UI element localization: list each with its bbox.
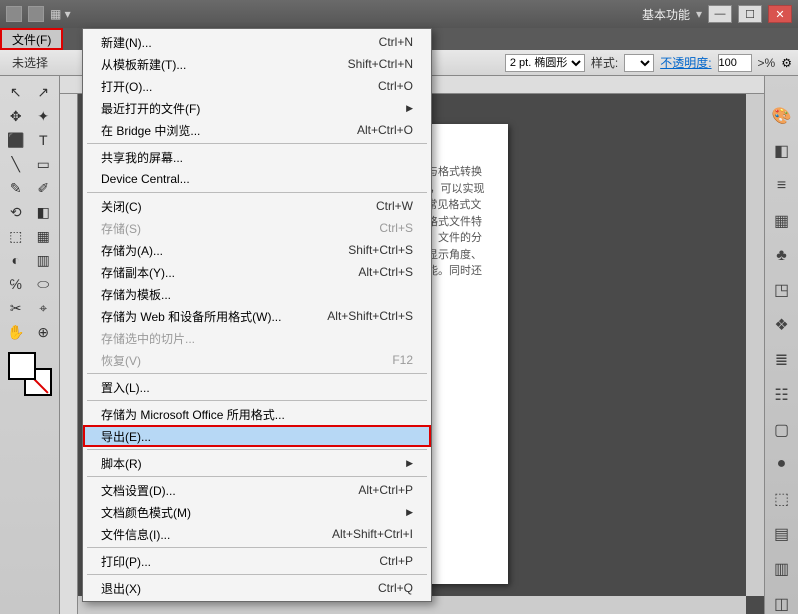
tool-button[interactable]: ⌖ [30,296,58,320]
dock-panel-icon[interactable]: ≣ [770,350,794,371]
menu-recent[interactable]: 最近打开的文件(F) [83,97,431,119]
scrollbar-vertical[interactable] [746,94,764,596]
toolbox: ↖↗✥✦⬛T╲▭✎✐⟲◧⬚▦◐▥℅⬭✂⌖✋⊕ [0,76,60,614]
tool-button[interactable]: ℅ [2,272,30,296]
minimize-button[interactable]: — [708,5,732,23]
menu-new[interactable]: 新建(N)...Ctrl+N [83,31,431,53]
dock-panel-icon[interactable]: ● [770,454,794,475]
tool-button[interactable]: ⬛ [2,128,30,152]
tool-button[interactable]: ◐ [2,248,30,272]
menu-device-central[interactable]: Device Central... [83,168,431,190]
menu-export[interactable]: 导出(E)... [83,425,431,447]
tool-button[interactable]: ✋ [2,320,30,344]
workspace-label[interactable]: 基本功能 [642,6,690,23]
tool-button[interactable]: ⬭ [30,272,58,296]
tool-button[interactable]: ⬚ [2,224,30,248]
stroke-select[interactable]: 2 pt. 椭圆形 [505,54,585,72]
menu-new-template[interactable]: 从模板新建(T)...Shift+Ctrl+N [83,53,431,75]
maximize-button[interactable]: ☐ [738,5,762,23]
opacity-input[interactable] [718,54,752,72]
menu-save-slices: 存储选中的切片... [83,327,431,349]
menu-exit[interactable]: 退出(X)Ctrl+Q [83,577,431,599]
menu-scripts[interactable]: 脚本(R) [83,452,431,474]
tool-button[interactable]: ⟲ [2,200,30,224]
menu-save-template[interactable]: 存储为模板... [83,283,431,305]
tool-button[interactable]: ↗ [30,80,58,104]
tool-button[interactable]: ✥ [2,104,30,128]
file-menu-dropdown: 新建(N)...Ctrl+N 从模板新建(T)...Shift+Ctrl+N 打… [82,28,432,602]
dock-panel-icon[interactable]: ◳ [770,280,794,301]
tool-button[interactable]: ✂ [2,296,30,320]
menu-save-as[interactable]: 存储为(A)...Shift+Ctrl+S [83,239,431,261]
menu-save: 存储(S)Ctrl+S [83,217,431,239]
right-dock: 🎨 ◧ ≡ ▦ ♣ ◳ ❖ ≣ ☷ ▢ ● ⬚ ▤ ▥ ◫ [764,76,798,614]
menu-save-office[interactable]: 存储为 Microsoft Office 所用格式... [83,403,431,425]
tool-button[interactable]: ▥ [30,248,58,272]
layout-menu-icon[interactable]: ▦ ▾ [50,7,71,21]
menu-bridge[interactable]: 在 Bridge 中浏览...Alt+Ctrl+O [83,119,431,141]
dock-panel-icon[interactable]: 🎨 [770,106,794,127]
tool-button[interactable]: ╲ [2,152,30,176]
options-icon[interactable]: ⚙ [781,56,792,70]
dock-panel-icon[interactable]: ⬚ [770,489,794,510]
tool-button[interactable]: ◧ [30,200,58,224]
close-button[interactable]: ✕ [768,5,792,23]
tool-button[interactable]: T [30,128,58,152]
menu-doc-setup[interactable]: 文档设置(D)...Alt+Ctrl+P [83,479,431,501]
menu-color-mode[interactable]: 文档颜色模式(M) [83,501,431,523]
style-select[interactable] [624,54,654,72]
menu-open[interactable]: 打开(O)...Ctrl+O [83,75,431,97]
dock-panel-icon[interactable]: ◧ [770,141,794,162]
menu-save-web[interactable]: 存储为 Web 和设备所用格式(W)...Alt+Shift+Ctrl+S [83,305,431,327]
dock-panel-icon[interactable]: ☷ [770,384,794,405]
menu-print[interactable]: 打印(P)...Ctrl+P [83,550,431,572]
dock-panel-icon[interactable]: ❖ [770,315,794,336]
style-label: 样式: [591,54,618,71]
dock-panel-icon[interactable]: ▢ [770,419,794,440]
menu-close[interactable]: 关闭(C)Ctrl+W [83,195,431,217]
dock-panel-icon[interactable]: ▥ [770,558,794,579]
tool-button[interactable]: ✎ [2,176,30,200]
menu-file[interactable]: 文件(F) [0,28,63,50]
opacity-label[interactable]: 不透明度: [660,54,711,71]
menu-save-copy[interactable]: 存储副本(Y)...Alt+Ctrl+S [83,261,431,283]
chevron-down-icon: ▾ [696,7,702,21]
menu-file-info[interactable]: 文件信息(I)...Alt+Shift+Ctrl+I [83,523,431,545]
dock-panel-icon[interactable]: ♣ [770,245,794,266]
dock-panel-icon[interactable]: ≡ [770,176,794,197]
tool-button[interactable]: ✐ [30,176,58,200]
menu-place[interactable]: 置入(L)... [83,376,431,398]
menu-revert: 恢复(V)F12 [83,349,431,371]
opacity-pct-label: >% [758,56,776,70]
app-icon [6,6,22,22]
tool-button[interactable]: ↖ [2,80,30,104]
tool-button[interactable]: ✦ [30,104,58,128]
menu-share-screen[interactable]: 共享我的屏幕... [83,146,431,168]
dock-panel-icon[interactable]: ▤ [770,524,794,545]
dock-panel-icon[interactable]: ▦ [770,210,794,231]
tool-button[interactable]: ⊕ [30,320,58,344]
no-selection-label: 未选择 [6,54,54,71]
tool-button[interactable]: ▭ [30,152,58,176]
ruler-vertical [60,94,78,614]
dock-panel-icon[interactable]: ◫ [770,593,794,614]
color-swatch[interactable] [8,352,52,396]
app-icon-2 [28,6,44,22]
tool-button[interactable]: ▦ [30,224,58,248]
